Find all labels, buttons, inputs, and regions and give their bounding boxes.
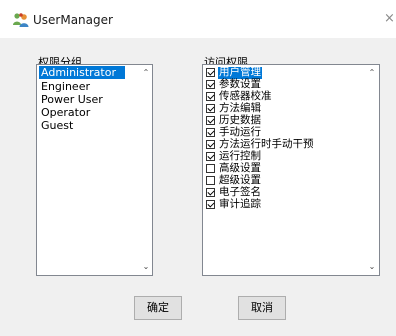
window-title: UserManager [33, 13, 113, 27]
group-item-operator[interactable]: Operator [39, 106, 92, 119]
permission-row[interactable]: 手动运行 [206, 126, 262, 139]
cancel-button[interactable]: 取消 [238, 296, 286, 320]
permission-row[interactable]: 方法编辑 [206, 102, 262, 115]
permission-label: 手动运行 [219, 126, 261, 138]
permission-row[interactable]: 运行控制 [206, 150, 262, 163]
title-bar: UserManager × [0, 0, 396, 38]
permission-row[interactable]: 参数设置 [206, 78, 262, 91]
permission-checkbox[interactable] [206, 116, 215, 126]
close-icon[interactable]: × [384, 10, 396, 28]
permission-row[interactable]: 历史数据 [206, 114, 262, 127]
groups-scroll-down-icon[interactable]: ⌄ [141, 262, 151, 272]
permission-groups-list[interactable]: Administrator Engineer Power User Operat… [36, 64, 153, 276]
permission-checkbox[interactable] [206, 200, 215, 210]
group-item-engineer[interactable]: Engineer [39, 80, 92, 93]
permission-row[interactable]: 用户管理 [206, 66, 262, 79]
permission-label: 方法运行时手动干预 [219, 138, 314, 150]
permission-checkbox[interactable] [206, 68, 215, 78]
permission-checkbox[interactable] [206, 80, 215, 90]
groups-scroll-up-icon[interactable]: ⌃ [141, 68, 151, 78]
permission-checkbox[interactable] [206, 92, 215, 102]
permission-label: 传感器校准 [219, 90, 272, 102]
permission-checkbox[interactable] [206, 140, 215, 150]
permission-label: 方法编辑 [219, 102, 261, 114]
permission-checkbox[interactable] [206, 152, 215, 162]
permissions-scroll-down-icon[interactable]: ⌄ [367, 262, 377, 272]
permission-checkbox[interactable] [206, 188, 215, 198]
permission-row[interactable]: 高级设置 [206, 162, 262, 175]
permission-label: 历史数据 [219, 114, 261, 126]
permission-row[interactable]: 传感器校准 [206, 90, 273, 103]
permission-checkbox[interactable] [206, 104, 215, 114]
group-item-guest[interactable]: Guest [39, 119, 75, 132]
permission-label: 高级设置 [219, 162, 261, 174]
user-manager-window: UserManager × 权限分组 访问权限 Administrator En… [0, 0, 396, 336]
users-icon [12, 12, 30, 28]
permission-row[interactable]: 方法运行时手动干预 [206, 138, 315, 151]
permission-checkbox[interactable] [206, 164, 215, 174]
permission-row[interactable]: 超级设置 [206, 174, 262, 187]
permission-label: 参数设置 [219, 78, 261, 90]
group-item-power-user[interactable]: Power User [39, 93, 105, 106]
permission-row[interactable]: 审计追踪 [206, 198, 262, 211]
permission-label: 超级设置 [219, 174, 261, 186]
permission-checkbox[interactable] [206, 128, 215, 138]
permission-label: 审计追踪 [219, 198, 261, 210]
permission-label: 电子签名 [219, 186, 261, 198]
access-permissions-list[interactable]: 用户管理 参数设置 传感器校准 方法编辑 历史数据 手动运行 方法运行时手动干预 [202, 64, 380, 276]
group-item-administrator[interactable]: Administrator [39, 66, 125, 79]
ok-button[interactable]: 确定 [134, 296, 182, 320]
permission-row[interactable]: 电子签名 [206, 186, 262, 199]
permission-checkbox[interactable] [206, 176, 215, 186]
permission-label: 用户管理 [218, 66, 262, 79]
permissions-scroll-up-icon[interactable]: ⌃ [367, 68, 377, 78]
permission-label: 运行控制 [219, 150, 261, 162]
